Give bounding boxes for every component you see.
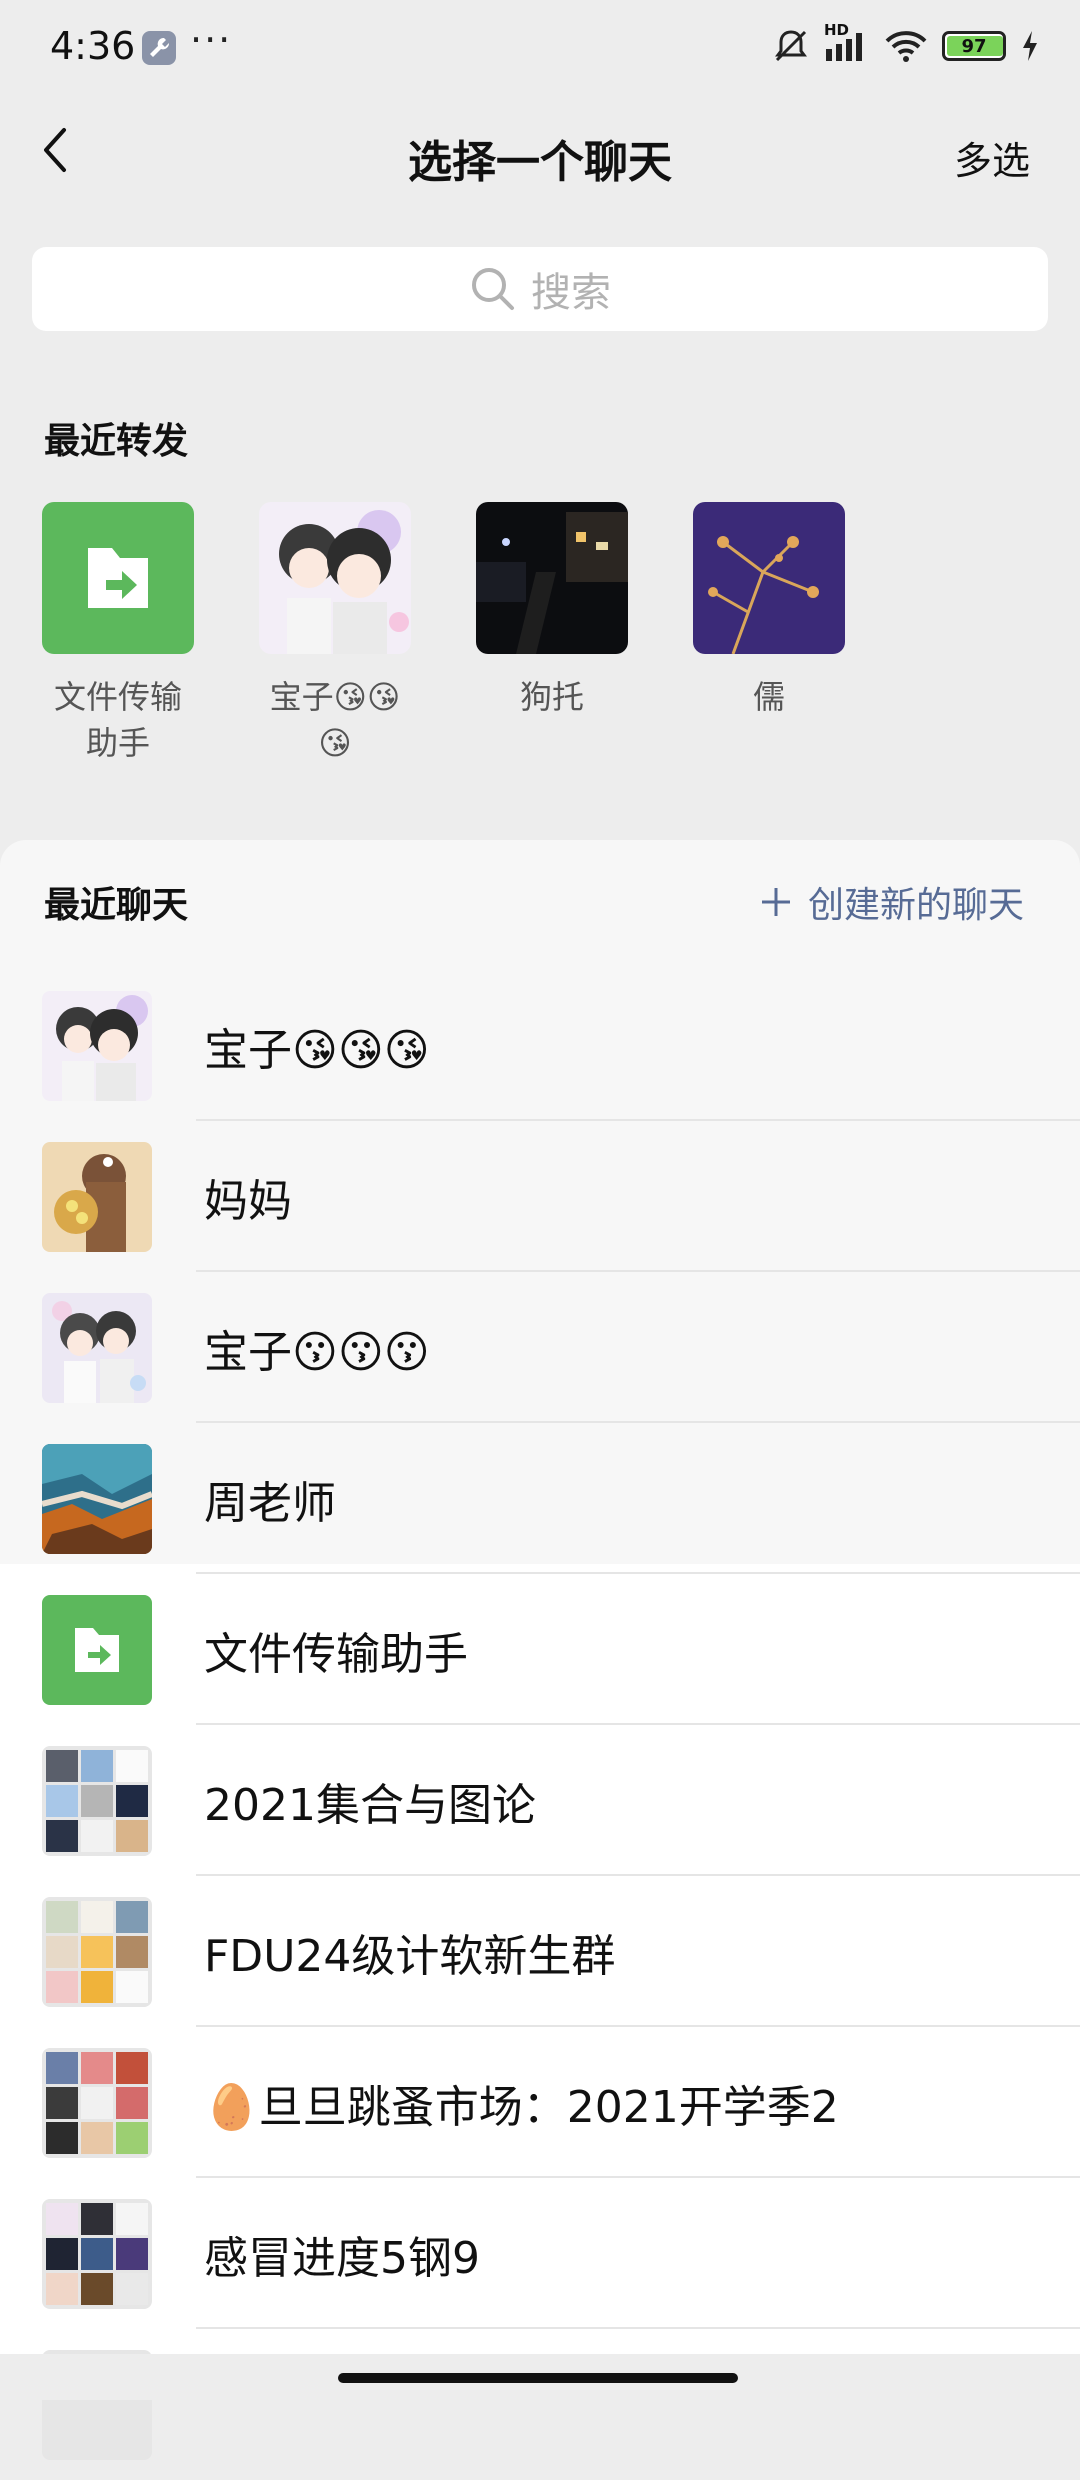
create-new-chat-button[interactable]: 创建新的聊天 — [760, 876, 1024, 928]
page-title: 选择一个聊天 — [408, 137, 672, 188]
chat-row[interactable]: FDU24级计软新生群 — [0, 1876, 1080, 2027]
purple-tree-photo — [693, 502, 845, 654]
cartoon-couple-avatar — [42, 991, 152, 1101]
home-indicator[interactable] — [338, 2373, 738, 2383]
multi-select-button[interactable]: 多选 — [954, 130, 1030, 185]
cartoon-couple-avatar-2 — [42, 1293, 152, 1403]
aerial-landscape-photo — [42, 1444, 152, 1554]
battery-icon: 97 — [942, 31, 1006, 61]
girl-flowers-photo — [42, 1142, 152, 1252]
chat-row[interactable]: 宝子😗😗😗 — [0, 1272, 1080, 1423]
night-street-photo — [476, 502, 628, 654]
status-bar: 4:36 ··· HD 97 — [0, 0, 1080, 92]
recent-chats-panel: 最近聊天 创建新的聊天 宝子😘😘😘 妈妈 宝子😗😗😗 周老师 文件传输助手 20… — [0, 840, 1080, 2460]
forward-item-label: 宝子😘😘 😘 — [269, 678, 401, 762]
file-transfer-icon — [42, 502, 194, 654]
charging-icon — [1020, 29, 1040, 63]
chat-name: 🥚旦旦跳蚤市场：2021开学季2 — [204, 2082, 839, 2133]
chat-name: FDU24级计软新生群 — [204, 1931, 616, 1982]
recent-forwards-title: 最近转发 — [44, 421, 189, 462]
chat-name: 2021集合与图论 — [204, 1780, 536, 1831]
search-placeholder: 搜索 — [531, 270, 611, 316]
search-input[interactable]: 搜索 — [32, 247, 1048, 331]
chat-row[interactable]: 宝子😘😘😘 — [0, 970, 1080, 1121]
status-more-indicator: ··· — [190, 18, 233, 62]
create-new-chat-label: 创建新的聊天 — [807, 885, 1024, 926]
group-grid-avatar — [42, 2048, 152, 2158]
wifi-icon — [884, 29, 928, 63]
chat-row[interactable]: 妈妈 — [0, 1121, 1080, 1272]
chat-row[interactable]: 文件传输助手 — [0, 1574, 1080, 1725]
group-grid-avatar — [42, 2199, 152, 2309]
wrench-icon — [142, 31, 176, 65]
chat-name: 妈妈 — [204, 1176, 292, 1227]
signal-icon: HD — [824, 21, 870, 63]
forward-item-label: 儒 — [752, 678, 785, 716]
network-type-label: HD — [824, 21, 850, 39]
status-time: 4:36 — [50, 24, 136, 68]
forward-item-goutuo[interactable]: 狗托 — [476, 502, 628, 720]
chat-name: 周老师 — [204, 1478, 336, 1529]
chat-name: 文件传输助手 — [204, 1629, 468, 1680]
group-grid-avatar — [42, 1746, 152, 1856]
forward-item-label: 狗托 — [519, 678, 584, 716]
forward-item-file-transfer[interactable]: 文件传输 助手 — [42, 502, 194, 766]
chat-row[interactable]: 周老师 — [0, 1423, 1080, 1574]
chat-row-partial[interactable] — [0, 2329, 1080, 2480]
chat-row[interactable]: 感冒进度5钢9 — [0, 2178, 1080, 2329]
recent-chats-list: 宝子😘😘😘 妈妈 宝子😗😗😗 周老师 文件传输助手 2021集合与图论 FDU2… — [0, 970, 1080, 2480]
group-grid-avatar — [42, 1897, 152, 2007]
status-icons: HD 97 — [772, 21, 1040, 66]
forward-item-label: 文件传输 助手 — [53, 678, 182, 762]
battery-percent: 97 — [961, 35, 987, 57]
chat-name: 宝子😗😗😗 — [204, 1327, 430, 1378]
chat-name: 感冒进度5钢9 — [204, 2233, 480, 2284]
file-transfer-icon — [42, 1595, 152, 1705]
forward-item-baozi[interactable]: 宝子😘😘 😘 — [259, 502, 411, 766]
mute-bell-icon — [772, 27, 810, 65]
chat-row[interactable]: 2021集合与图论 — [0, 1725, 1080, 1876]
search-icon — [469, 265, 517, 313]
recent-forwards: 文件传输 助手 宝子😘😘 😘 狗托 儒 — [42, 502, 1042, 762]
forward-item-ru[interactable]: 儒 — [693, 502, 845, 720]
recent-chats-title: 最近聊天 — [44, 885, 189, 926]
plus-icon — [761, 888, 790, 916]
cartoon-couple-avatar — [259, 502, 411, 654]
chat-name: 宝子😘😘😘 — [204, 1025, 430, 1076]
header: 选择一个聊天 多选 — [0, 92, 1080, 218]
chat-row[interactable]: 🥚旦旦跳蚤市场：2021开学季2 — [0, 2027, 1080, 2178]
